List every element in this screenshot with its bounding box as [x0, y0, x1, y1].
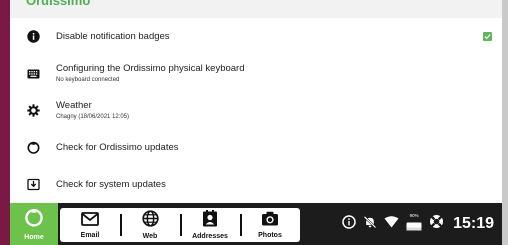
web-app-button[interactable]: Web	[120, 208, 180, 242]
email-label: Email	[80, 231, 100, 239]
setting-disable-notification-badges[interactable]: Disable notification badges	[10, 18, 502, 55]
gear-icon	[26, 104, 40, 118]
setting-label: Check for system updates	[56, 178, 166, 190]
window-frame-right	[502, 0, 508, 245]
setting-system-updates[interactable]: Check for system updates	[10, 166, 502, 203]
info-icon[interactable]	[342, 214, 356, 234]
addresses-label: Addresses	[192, 233, 228, 240]
ordissimo-update-icon	[26, 141, 40, 155]
addresses-app-button[interactable]: Addresses	[180, 208, 240, 242]
contact-card-icon	[202, 210, 218, 232]
envelope-icon	[81, 211, 99, 231]
photos-app-button[interactable]: Photos	[240, 208, 300, 242]
window-frame-left	[0, 0, 10, 245]
notifications-muted-icon[interactable]	[363, 215, 377, 234]
page-header: Ordissimo	[10, 0, 502, 18]
setting-ordissimo-updates[interactable]: Check for Ordissimo updates	[10, 129, 502, 166]
setting-label: Disable notification badges	[56, 30, 170, 42]
app-launcher: Email Web Addresses Photos	[60, 208, 300, 242]
clock: 15:19	[453, 215, 494, 232]
photos-label: Photos	[258, 232, 282, 239]
taskbar: Home Email Web Addresses Photos 90% 15:1…	[10, 203, 502, 245]
camera-icon	[261, 211, 279, 231]
setting-sublabel: Chagny (18/06/2021 12:05)	[56, 114, 130, 120]
setting-label: Check for Ordissimo updates	[56, 141, 179, 153]
home-label: Home	[24, 234, 44, 241]
settings-list: Disable notification badges Configuring …	[10, 18, 502, 203]
info-icon	[26, 30, 40, 44]
setting-physical-keyboard[interactable]: Configuring the Ordissimo physical keybo…	[10, 55, 502, 92]
system-update-icon	[26, 178, 40, 192]
email-app-button[interactable]: Email	[60, 208, 120, 242]
wifi-icon[interactable]	[384, 215, 399, 233]
battery-icon	[406, 218, 422, 236]
globe-icon	[141, 210, 159, 232]
keyboard-icon	[26, 67, 40, 81]
setting-label: Configuring the Ordissimo physical keybo…	[56, 63, 245, 74]
battery-indicator[interactable]: 90%	[406, 213, 422, 236]
page-title: Ordissimo	[26, 0, 91, 8]
ordissimo-home-icon	[24, 207, 44, 232]
status-area: 90% 15:19	[342, 203, 494, 245]
home-button[interactable]: Home	[10, 203, 58, 245]
help-lifebuoy-icon[interactable]	[429, 214, 444, 234]
setting-sublabel: No keyboard connected	[56, 77, 120, 83]
web-label: Web	[142, 233, 158, 240]
notification-badges-checkbox[interactable]	[483, 32, 492, 41]
setting-weather[interactable]: Weather Chagny (18/06/2021 12:05)	[10, 92, 502, 129]
setting-label: Weather	[56, 100, 92, 111]
